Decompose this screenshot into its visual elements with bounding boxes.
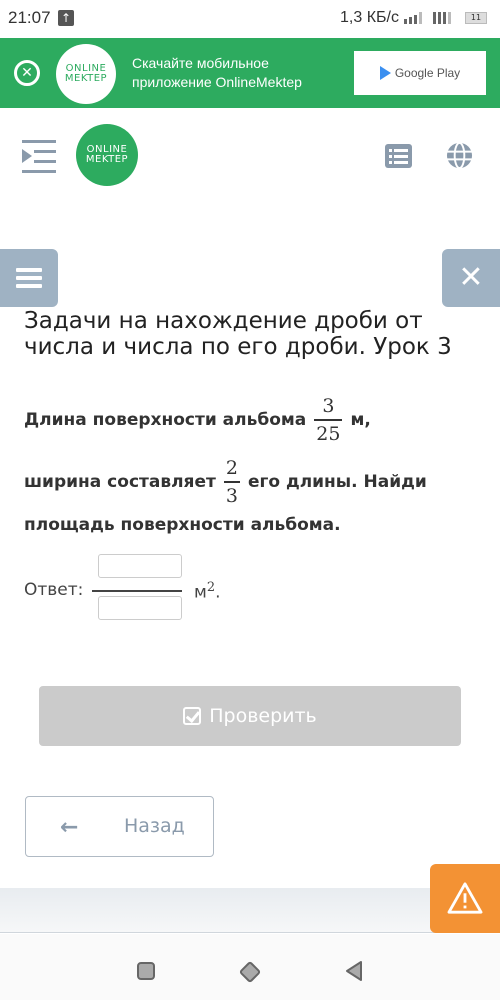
checkbox-icon	[183, 707, 202, 725]
globe-icon[interactable]	[446, 142, 473, 169]
fraction-denominator: 25	[316, 422, 341, 445]
fraction-width: 2 3	[223, 457, 240, 507]
google-play-button[interactable]: Google Play	[354, 51, 486, 95]
problem-text: м,	[350, 409, 371, 430]
warning-icon	[447, 882, 483, 914]
problem-text: площадь поверхности альбома.	[24, 515, 341, 535]
list-icon[interactable]	[385, 144, 412, 168]
banner-text-line1: Скачайте мобильное	[132, 55, 269, 71]
home-icon[interactable]	[238, 960, 262, 984]
fraction-length: 3 25	[314, 395, 343, 445]
arrow-left-icon: ←	[60, 815, 79, 840]
back-button[interactable]: ← Назад	[25, 796, 214, 857]
lesson-menu-button[interactable]	[0, 249, 58, 307]
fraction-numerator: 3	[322, 395, 335, 417]
network-speed: 1,3 КБ/с	[340, 9, 399, 26]
battery-icon: 11	[465, 12, 487, 24]
google-play-label: Google Play	[394, 66, 461, 80]
signal-icon	[404, 12, 422, 24]
close-lesson-button[interactable]: ✕	[442, 249, 500, 307]
back-button-label: Назад	[124, 815, 185, 837]
check-button-label: Проверить	[209, 705, 317, 727]
system-nav-bar	[0, 934, 500, 1000]
close-circle-icon[interactable]: ✕	[14, 60, 40, 86]
lesson-title: Задачи на нахождение дроби от числа и чи…	[24, 308, 452, 360]
banner-text: Скачайте мобильное приложение OnlineMekt…	[132, 54, 302, 92]
indent-menu-icon[interactable]	[22, 140, 56, 174]
unit-text: м	[194, 582, 207, 603]
answer-unit: м2.	[194, 580, 221, 603]
problem-line-2: ширина составляет 2 3 его длины. Найди	[24, 457, 427, 507]
problem-line-3: площадь поверхности альбома.	[24, 515, 341, 535]
logo-text-2: MEKTEP	[64, 73, 108, 84]
answer-row: Ответ: м2.	[24, 552, 324, 622]
report-problem-button[interactable]	[430, 864, 500, 933]
status-time: 21:07	[8, 8, 51, 27]
answer-denominator-input[interactable]	[98, 596, 182, 620]
app-download-banner: ✕ ONLINE MEKTEP Скачайте мобильное прило…	[0, 38, 500, 108]
answer-label: Ответ:	[24, 580, 84, 600]
fraction-bar	[92, 590, 182, 592]
fraction-denominator: 3	[225, 484, 238, 507]
fraction-numerator: 2	[225, 457, 238, 479]
recent-apps-icon[interactable]	[137, 962, 155, 980]
site-header: ONLINE MEKTEP	[0, 110, 500, 200]
banner-text-line2: приложение OnlineMektep	[132, 74, 302, 90]
site-logo[interactable]: ONLINE MEKTEP	[76, 124, 138, 186]
upload-icon: ↑	[58, 10, 74, 26]
unit-suffix: .	[215, 582, 221, 603]
problem-text: его длины. Найди	[247, 471, 427, 492]
banner-logo: ONLINE MEKTEP	[56, 44, 116, 104]
problem-text: ширина составляет	[24, 471, 216, 492]
answer-numerator-input[interactable]	[98, 554, 182, 578]
google-play-icon	[379, 66, 391, 80]
logo-text-2: MEKTEP	[85, 154, 129, 165]
back-nav-icon[interactable]	[344, 960, 364, 982]
status-bar: 21:07 ↑ 1,3 КБ/с 11	[0, 0, 500, 38]
unit-power: 2	[206, 580, 216, 595]
problem-line-1: Длина поверхности альбома 3 25 м,	[24, 395, 371, 445]
page-footer	[0, 888, 500, 933]
problem-text: Длина поверхности альбома	[24, 409, 307, 430]
signal-icon-2	[433, 12, 451, 24]
check-button[interactable]: Проверить	[39, 686, 461, 746]
